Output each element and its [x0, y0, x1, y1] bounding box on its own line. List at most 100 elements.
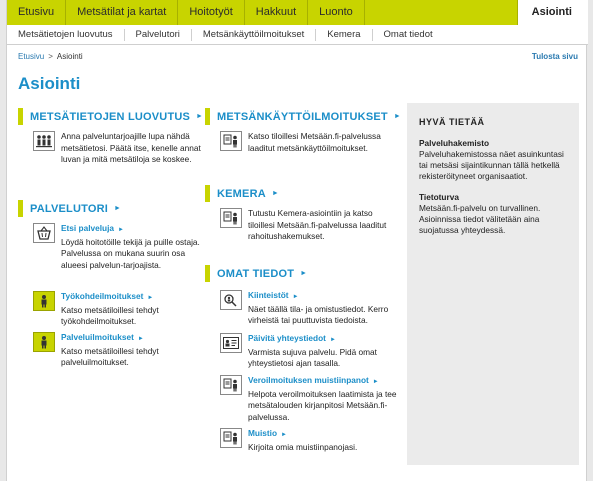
- muistio-link[interactable]: Muistio ►: [248, 428, 357, 442]
- muistio-description: Kirjoita omia muistiinpanojasi.: [248, 441, 358, 452]
- shopping-basket-icon: [33, 223, 55, 243]
- arrow-right-icon: ►: [329, 337, 336, 343]
- arrow-right-icon: ►: [113, 205, 121, 212]
- breadcrumb-home-link[interactable]: Etusivu: [18, 52, 44, 61]
- accent-bar: [18, 200, 23, 217]
- palveluilmoitukset-label: Palveluilmoitukset: [61, 332, 134, 342]
- arrow-right-icon: ►: [147, 295, 154, 301]
- section-luovutus-link[interactable]: METSÄTIETOJEN LUOVUTUS: [30, 111, 190, 123]
- print-page-link[interactable]: Tulosta sivu: [532, 52, 578, 61]
- info-panel: HYVÄ TIETÄÄ Palveluhakemisto Palveluhake…: [407, 103, 579, 465]
- muistio-label: Muistio: [248, 428, 278, 438]
- palvelutori-palvelu-text: Palveluilmoitukset ► Katso metsätiloilles…: [61, 332, 203, 369]
- omat-item-kiinteistot: Kiinteistöt ► Näet täällä tila- ja omistu…: [220, 290, 400, 327]
- section-omat-link[interactable]: OMAT TIEDOT: [217, 268, 294, 280]
- kemera-description: Tutustu Kemera-asiointiin ja katso tiloi…: [248, 208, 387, 242]
- veroilmoituksen-muistiinpanot-link[interactable]: Veroilmoituksen muistiinpanot ►: [248, 375, 400, 389]
- tyokohdeilmoitukset-link[interactable]: Työkohdeilmoitukset ►: [61, 291, 203, 305]
- palveluhakemisto-heading: Palveluhakemisto: [419, 138, 490, 148]
- topnav-hoitotyot[interactable]: Hoitotyöt: [178, 0, 245, 25]
- etsi-palveluja-link[interactable]: Etsi palveluja ►: [61, 223, 203, 237]
- muistio-text: Muistio ► Kirjoita omia muistiinpanojasi.: [248, 428, 357, 453]
- palvelutori-tyokohde-text: Työkohdeilmoitukset ► Katso metsätiloille…: [61, 291, 203, 328]
- arrow-right-icon: ►: [271, 190, 279, 197]
- palvelutori-item-etsi: Etsi palveluja ► Löydä hoitotöille tekijä…: [33, 223, 203, 271]
- breadcrumb-current: Asiointi: [56, 51, 83, 61]
- palvelutori-item-tyokohde: Työkohdeilmoitukset ► Katso metsätiloille…: [33, 291, 203, 328]
- section-luovutus-heading: METSÄTIETOJEN LUOVUTUS ►: [18, 108, 203, 125]
- arrow-right-icon: ►: [292, 294, 299, 300]
- document-person-icon: [220, 375, 242, 395]
- document-person-icon: [220, 131, 242, 151]
- document-person-icon: [220, 428, 242, 448]
- arrow-right-icon: ►: [372, 379, 379, 385]
- tyokohdeilmoitukset-label: Työkohdeilmoitukset: [61, 291, 144, 301]
- contact-card-icon: [220, 333, 242, 353]
- page-title: Asiointi: [18, 74, 81, 93]
- kemera-item: Tutustu Kemera-asiointiin ja katso tiloi…: [220, 208, 400, 243]
- etsi-palveluja-label: Etsi palveluja: [61, 223, 115, 233]
- omat-item-veroilmoitus: Veroilmoituksen muistiinpanot ► Helpota v…: [220, 375, 400, 423]
- accent-bar: [205, 265, 210, 282]
- topnav-luonto[interactable]: Luonto: [308, 0, 365, 25]
- section-mki-link[interactable]: METSÄNKÄYTTÖILMOITUKSET: [217, 111, 388, 123]
- sub-nav: Metsätietojen luovutus Palvelutori Metsä…: [7, 25, 588, 45]
- section-kemera-link[interactable]: KEMERA: [217, 188, 266, 200]
- paivita-yhteystiedot-label: Päivitä yhteystiedot: [248, 333, 326, 343]
- palveluilmoitukset-link[interactable]: Palveluilmoitukset ►: [61, 332, 203, 346]
- topnav-etusivu[interactable]: Etusivu: [7, 0, 67, 25]
- subnav-metsankayttoilmoitukset[interactable]: Metsänkäyttöilmoitukset: [192, 28, 317, 41]
- tietoturva-heading: Tietoturva: [419, 191, 459, 202]
- kiinteistot-label: Kiinteistöt: [248, 290, 289, 300]
- kiinteistot-link[interactable]: Kiinteistöt ►: [248, 290, 400, 304]
- section-omat-heading: OMAT TIEDOT ►: [205, 265, 307, 282]
- page-frame: Etusivu Metsätilat ja kartat Hoitotyöt H…: [6, 0, 588, 481]
- section-palvelutori-heading: PALVELUTORI ►: [18, 200, 121, 217]
- veroilmoitus-text: Veroilmoituksen muistiinpanot ► Helpota v…: [248, 375, 400, 423]
- worker-icon: [33, 291, 55, 311]
- arrow-right-icon: ►: [281, 432, 287, 438]
- section-kemera-heading: KEMERA ►: [205, 185, 279, 202]
- magnifier-person-icon: [220, 290, 242, 310]
- accent-bar: [205, 108, 210, 125]
- breadcrumb: Etusivu > Asiointi Tulosta sivu: [18, 49, 578, 63]
- accent-bar: [18, 108, 23, 125]
- palveluilmoitukset-description: Katso metsätiloillesi tehdyt palveluilmo…: [61, 345, 159, 368]
- palvelutori-item-palvelu: Palveluilmoitukset ► Katso metsätiloilles…: [33, 332, 203, 369]
- omat-item-muistio: Muistio ► Kirjoita omia muistiinpanojasi.: [220, 428, 400, 453]
- arrow-right-icon: ►: [137, 336, 144, 342]
- arrow-right-icon: ►: [118, 227, 124, 233]
- topnav-asiointi[interactable]: Asiointi: [516, 0, 588, 25]
- topnav-metsatilat[interactable]: Metsätilat ja kartat: [66, 0, 179, 25]
- arrow-right-icon: ►: [393, 113, 401, 120]
- info-panel-heading: HYVÄ TIETÄÄ: [419, 117, 485, 127]
- veroilmoitus-label: Veroilmoituksen muistiinpanot: [248, 375, 369, 385]
- subnav-omat-tiedot[interactable]: Omat tiedot: [373, 29, 444, 41]
- breadcrumb-separator: >: [48, 51, 53, 61]
- topnav-hakkuut[interactable]: Hakkuut: [245, 0, 309, 25]
- palveluhakemisto-text: Palveluhakemistossa näet asuinkuntasi ta…: [419, 149, 564, 182]
- worker-icon: [33, 332, 55, 352]
- subnav-luovutus[interactable]: Metsätietojen luovutus: [7, 28, 125, 41]
- tyokohdeilmoitukset-description: Katso metsätiloillesi tehdyt työkohdeilm…: [61, 304, 159, 327]
- subnav-kemera[interactable]: Kemera: [316, 28, 373, 41]
- subnav-palvelutori[interactable]: Palvelutori: [125, 28, 192, 41]
- mki-item: Katso tiloillesi Metsään.fi-palvelussa l…: [220, 131, 400, 154]
- palvelutori-etsi-text: Etsi palveluja ► Löydä hoitotöille tekijä…: [61, 223, 203, 271]
- arrow-right-icon: ►: [300, 270, 308, 277]
- section-mki-heading: METSÄNKÄYTTÖILMOITUKSET ►: [205, 108, 401, 125]
- accent-bar: [205, 185, 210, 202]
- paivita-yhteystiedot-link[interactable]: Päivitä yhteystiedot ►: [248, 333, 400, 347]
- mki-description: Katso tiloillesi Metsään.fi-palvelussa l…: [248, 131, 381, 153]
- luovutus-item: Anna palveluntarjoajille lupa nähdä mets…: [33, 131, 203, 166]
- top-nav: Etusivu Metsätilat ja kartat Hoitotyöt H…: [7, 0, 588, 25]
- kiinteistot-text: Kiinteistöt ► Näet täällä tila- ja omistu…: [248, 290, 400, 327]
- veroilmoitus-description: Helpota veroilmoituksen laatimista ja te…: [248, 388, 397, 422]
- document-person-icon: [220, 208, 242, 228]
- yhteystiedot-text: Päivitä yhteystiedot ► Varmista sujuva pa…: [248, 333, 400, 370]
- luovutus-description: Anna palveluntarjoajille lupa nähdä mets…: [61, 131, 201, 165]
- omat-item-yhteystiedot: Päivitä yhteystiedot ► Varmista sujuva pa…: [220, 333, 400, 370]
- etsi-palveluja-description: Löydä hoitotöille tekijä ja puille ostaj…: [61, 236, 200, 270]
- yhteystiedot-description: Varmista sujuva palvelu. Pidä omat yhtey…: [248, 346, 377, 369]
- section-palvelutori-link[interactable]: PALVELUTORI: [30, 203, 108, 215]
